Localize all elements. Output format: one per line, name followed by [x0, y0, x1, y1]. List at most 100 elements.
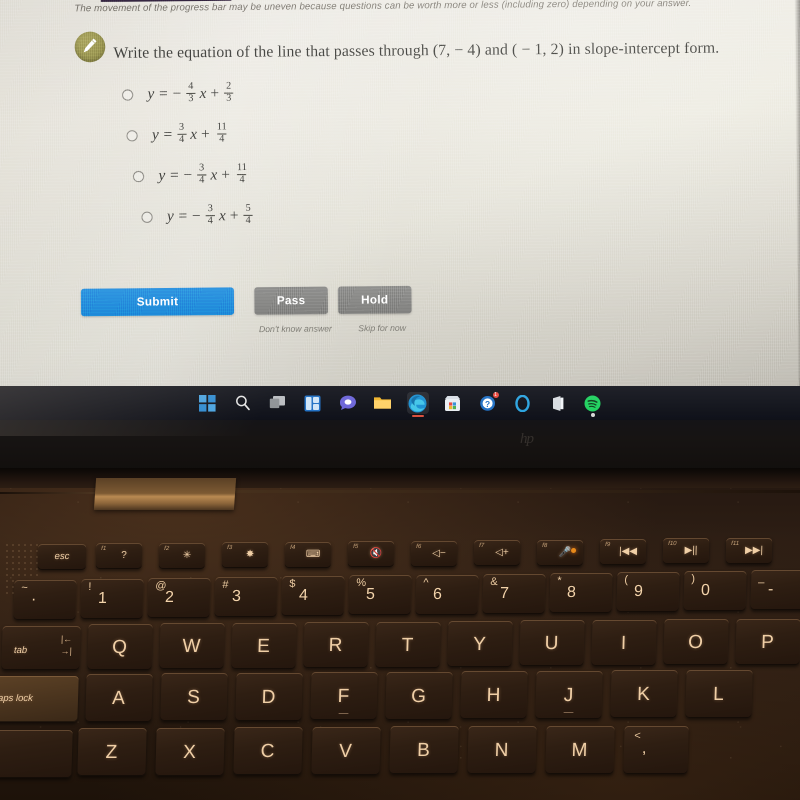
- key-y[interactable]: Y: [447, 621, 513, 667]
- key-z[interactable]: Z: [77, 728, 147, 776]
- key-label: I: [620, 632, 628, 654]
- radio-button-1[interactable]: [121, 88, 134, 101]
- key-9[interactable]: (9: [616, 572, 680, 612]
- key-e[interactable]: E: [231, 623, 297, 669]
- answer-choice-1[interactable]: y = −4 3 x +2 3: [121, 70, 551, 115]
- answer-choice-4[interactable]: y = −3 4 x +5 4: [123, 193, 552, 238]
- key-r[interactable]: R: [303, 622, 369, 668]
- laptop-bezel: ?1 hp: [0, 386, 800, 470]
- key-k[interactable]: K: [610, 670, 678, 718]
- key-shift-label: *: [557, 575, 562, 587]
- key-caps-lock[interactable]: aps lock: [0, 676, 79, 722]
- key-label: T: [401, 634, 415, 656]
- equation-1: y = −4 3 x +2 3: [147, 81, 234, 106]
- key-f9[interactable]: f9 |◀◀: [599, 539, 647, 565]
- fn-label: f11: [731, 541, 740, 547]
- key-s[interactable]: S: [160, 673, 228, 721]
- key-f6[interactable]: f6 ◁−: [410, 541, 458, 567]
- submit-button[interactable]: Submit: [80, 287, 235, 317]
- key-label: 9: [633, 583, 644, 600]
- key-esc[interactable]: esc: [37, 544, 87, 570]
- key-v[interactable]: V: [311, 727, 381, 775]
- key-m[interactable]: M: [545, 726, 615, 774]
- key-o[interactable]: O: [663, 619, 729, 665]
- key-g[interactable]: G: [385, 672, 453, 720]
- key-l[interactable]: L: [685, 670, 753, 718]
- key-0[interactable]: ) 0: [683, 571, 747, 611]
- key-label: J: [563, 684, 575, 706]
- key-3[interactable]: #3: [214, 577, 278, 617]
- key-label: 3: [231, 588, 242, 605]
- key-c[interactable]: C: [233, 727, 303, 775]
- key-label: ▶▶|: [744, 545, 764, 556]
- key-label: 0: [700, 582, 711, 599]
- key-f[interactable]: F: [310, 672, 378, 720]
- fn-label: f10: [668, 541, 677, 547]
- answer-choice-3[interactable]: y = −3 4 x +11 4: [123, 152, 552, 197]
- key-f7[interactable]: f7 ◁+: [473, 540, 521, 566]
- key-f5[interactable]: f5 🔇: [347, 541, 395, 567]
- home-row-bump: [338, 712, 349, 714]
- hold-caption: Skip for now: [358, 322, 407, 334]
- key-f10[interactable]: f10 ▶||: [662, 538, 710, 564]
- key-comma[interactable]: <,: [623, 726, 689, 774]
- key-4[interactable]: $4: [281, 576, 345, 616]
- equation-2: y = 3 4 x +11 4: [151, 121, 227, 145]
- key-backtick[interactable]: ~ ·: [13, 580, 77, 620]
- key-5[interactable]: % 5: [348, 575, 412, 615]
- key-8[interactable]: * 8: [549, 573, 613, 613]
- answer-choices-list: y = −4 3 x +2 3 y = 3 4 x +11 4 y = −3 4 x +11 4 y = −3 4 x +5…: [121, 70, 552, 238]
- key-x[interactable]: X: [155, 728, 225, 776]
- key-label: tab: [13, 645, 28, 656]
- answer-choice-2[interactable]: y = 3 4 x +11 4: [122, 111, 551, 156]
- hold-button[interactable]: Hold: [337, 285, 412, 315]
- tab-arrows-icon: |← →|: [60, 634, 73, 657]
- key-f3[interactable]: f3 ✸: [221, 542, 269, 568]
- equation-3: y = −3 4 x +11 4: [158, 162, 247, 186]
- pass-caption: Don't know answer: [258, 323, 332, 335]
- key-tab[interactable]: tab |← →|: [1, 626, 81, 670]
- fn-label: f4: [290, 545, 296, 551]
- key-n[interactable]: N: [467, 726, 537, 774]
- key-d[interactable]: D: [235, 673, 303, 721]
- key-t[interactable]: T: [375, 622, 441, 668]
- key-f11[interactable]: f11 ▶▶|: [725, 538, 773, 564]
- key-u[interactable]: U: [519, 620, 585, 666]
- key-label: S: [186, 686, 202, 708]
- key-f4[interactable]: f4 ⌨: [284, 542, 332, 568]
- radio-button-4[interactable]: [141, 211, 153, 223]
- key-h[interactable]: H: [460, 671, 528, 719]
- keyboard-deck: esc f1? f2 ✳ f3 ✸ f4 ⌨ f5 🔇 f6 ◁− f7 ◁+ f8 🎤 f9 |◀◀ f10 ▶||…: [0, 468, 800, 800]
- key-label: A: [111, 687, 127, 709]
- key-label: ▶||: [684, 545, 698, 556]
- key-1[interactable]: ! 1: [80, 579, 144, 619]
- key-shift-left[interactable]: [0, 730, 73, 778]
- key-shift-label: ^: [423, 577, 429, 589]
- key-w[interactable]: W: [159, 623, 225, 669]
- key-f2[interactable]: f2 ✳: [158, 543, 206, 569]
- key-f1[interactable]: f1?: [95, 543, 143, 569]
- key-j[interactable]: J: [535, 671, 603, 719]
- fn-label: f2: [164, 546, 170, 552]
- key--[interactable]: _ -: [750, 570, 800, 610]
- key-label: 4: [298, 587, 309, 604]
- key-b[interactable]: B: [389, 726, 459, 774]
- key-7[interactable]: & 7: [482, 574, 546, 614]
- key-2[interactable]: @2: [147, 578, 211, 618]
- key-label: V: [338, 740, 354, 762]
- key-a[interactable]: A: [85, 674, 153, 722]
- key-label: ✳: [182, 550, 192, 561]
- key-6[interactable]: ^ 6: [415, 575, 479, 615]
- key-p[interactable]: P: [735, 619, 800, 665]
- key-f8[interactable]: f8 🎤: [536, 540, 584, 566]
- key-label: K: [636, 683, 652, 705]
- key-q[interactable]: Q: [87, 624, 153, 670]
- action-buttons: Submit Pass Hold: [80, 285, 412, 317]
- fn-label: f5: [353, 544, 359, 550]
- key-label: ?: [121, 550, 127, 561]
- pass-button[interactable]: Pass: [254, 286, 328, 315]
- key-i[interactable]: I: [591, 620, 657, 666]
- radio-button-3[interactable]: [132, 170, 145, 182]
- pencil-icon: [74, 31, 106, 63]
- radio-button-2[interactable]: [126, 129, 138, 141]
